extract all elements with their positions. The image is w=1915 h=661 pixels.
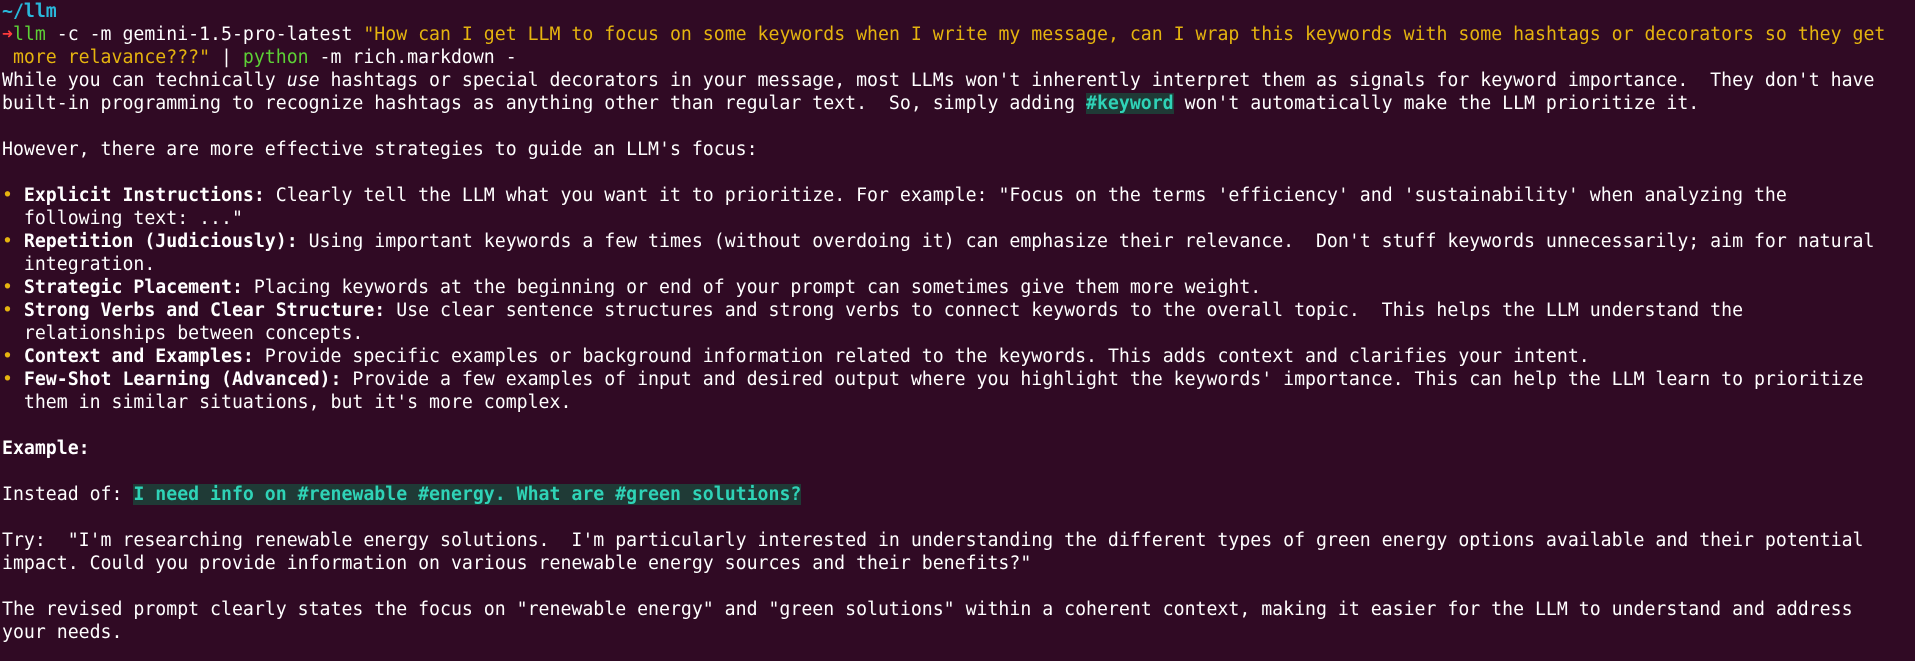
intro-line-2: built-in programming to recognize hashta…	[2, 92, 1915, 115]
bullet-icon: •	[2, 277, 13, 298]
bullet-text: Use clear sentence structures and strong…	[385, 300, 1744, 321]
inline-code-example: I need info on #renewable #energy. What …	[133, 484, 802, 505]
bullet-icon: •	[2, 369, 13, 390]
bullet-title: Context and Examples:	[23, 346, 254, 367]
python-command: python	[242, 47, 309, 68]
bullet-line: • Explicit Instructions: Clearly tell th…	[2, 184, 1915, 207]
bullet-continuation: them in similar situations, but it's mor…	[2, 391, 1915, 414]
bullet-text: following text: ..."	[23, 208, 243, 229]
bullet-line: • Strategic Placement: Placing keywords …	[2, 276, 1915, 299]
bullet-icon: •	[2, 346, 13, 367]
bullet-line: • Repetition (Judiciously): Using import…	[2, 230, 1915, 253]
bullet-text: Clearly tell the LLM what you want it to…	[264, 185, 1787, 206]
bullet-text: Using important keywords a few times (wi…	[297, 231, 1875, 252]
bullet-icon: •	[2, 300, 13, 321]
strategies-intro: However, there are more effective strate…	[2, 139, 758, 160]
bullet-text: them in similar situations, but it's mor…	[23, 392, 572, 413]
bullet-text: Provide specific examples or background …	[253, 346, 1590, 367]
try-line-2: impact. Could you provide information on…	[2, 553, 1032, 574]
bullet-continuation: relationships between concepts.	[2, 322, 1915, 345]
command-name: llm	[12, 24, 46, 45]
bullet-text: relationships between concepts.	[23, 323, 364, 344]
intro-text: built-in programming to recognize hashta…	[2, 93, 1087, 114]
bullet-icon: •	[2, 185, 13, 206]
intro-text: hashtags or special decorators in your m…	[319, 70, 1875, 91]
bullet-continuation: following text: ..."	[2, 207, 1915, 230]
bullet-line: • Context and Examples: Provide specific…	[2, 345, 1915, 368]
prompt-cwd: ~/llm	[2, 0, 1915, 23]
query-string-part1: "How can I get LLM to focus on some keyw…	[363, 24, 1886, 45]
terminal-window[interactable]: ~/llm ➜llm -c -m gemini-1.5-pro-latest "…	[0, 0, 1915, 661]
instead-line: Instead of: I need info on #renewable #e…	[2, 483, 1915, 506]
bullet-text: integration.	[23, 254, 156, 275]
command-args: -c -m gemini-1.5-pro-latest	[45, 24, 364, 45]
instead-label: Instead of:	[2, 484, 134, 505]
bullet-text: Placing keywords at the beginning or end…	[242, 277, 1262, 298]
bullet-text: Provide a few examples of input and desi…	[341, 369, 1864, 390]
command-line-2: more relavance???" | python -m rich.mark…	[2, 46, 1915, 69]
bullet-title: Explicit Instructions:	[23, 185, 265, 206]
bullet-line: • Strong Verbs and Clear Structure: Use …	[2, 299, 1915, 322]
bullet-continuation: integration.	[2, 253, 1915, 276]
bullet-line: • Few-Shot Learning (Advanced): Provide …	[2, 368, 1915, 391]
python-args: -m rich.markdown -	[308, 47, 517, 68]
conclusion-line-2: your needs.	[2, 622, 123, 643]
cwd-text: ~/llm	[2, 1, 57, 22]
command-line-1: ➜llm -c -m gemini-1.5-pro-latest "How ca…	[2, 23, 1915, 46]
bullet-title: Repetition (Judiciously):	[23, 231, 298, 252]
inline-code-keyword: #keyword	[1086, 93, 1174, 114]
bullet-title: Few-Shot Learning (Advanced):	[23, 369, 342, 390]
try-line-1: Try: "I'm researching renewable energy s…	[2, 530, 1864, 551]
bullet-title: Strong Verbs and Clear Structure:	[23, 300, 386, 321]
intro-text: won't automatically make the LLM priorit…	[1173, 93, 1700, 114]
emphasis-use: use	[286, 70, 320, 91]
intro-line-1: While you can technically use hashtags o…	[2, 69, 1915, 92]
example-heading: Example:	[2, 438, 90, 459]
conclusion-line-1: The revised prompt clearly states the fo…	[2, 599, 1853, 620]
bullet-icon: •	[2, 231, 13, 252]
query-string-part2: more relavance???"	[2, 47, 211, 68]
pipe-symbol: |	[210, 47, 243, 68]
intro-text: While you can technically	[2, 70, 287, 91]
prompt-arrow-icon: ➜	[2, 24, 13, 45]
bullet-title: Strategic Placement:	[23, 277, 243, 298]
